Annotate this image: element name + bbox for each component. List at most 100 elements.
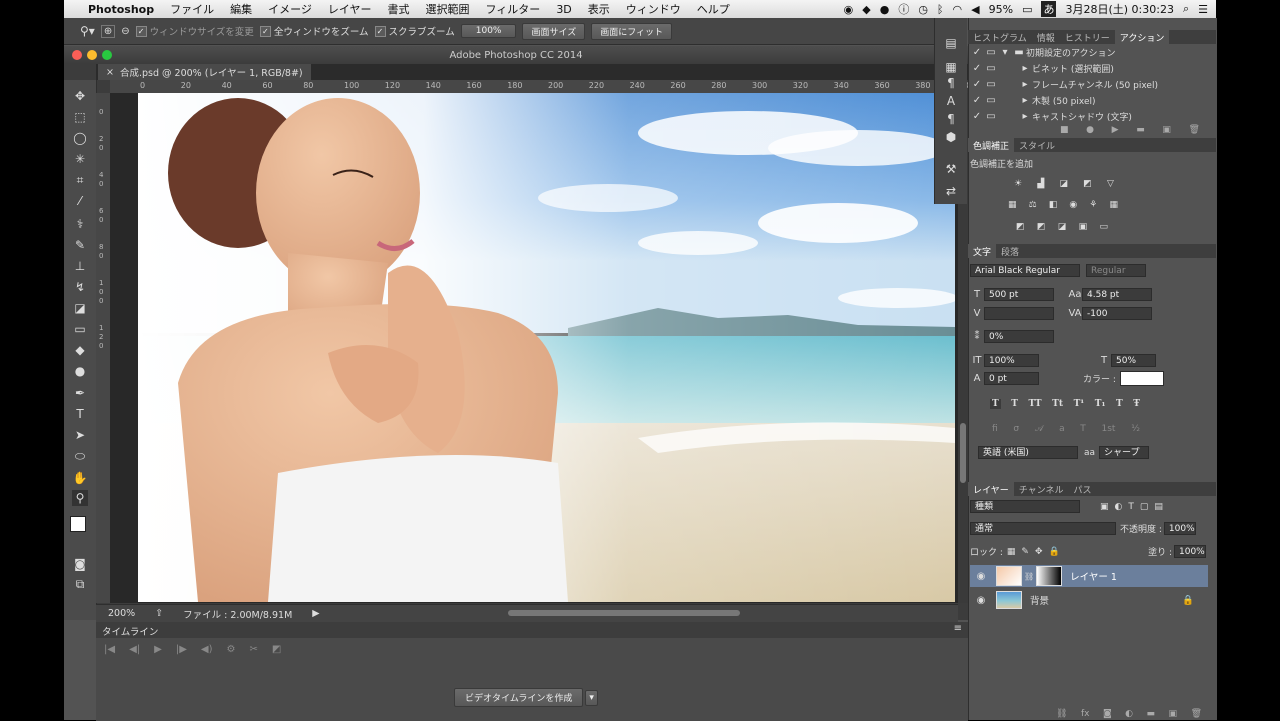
previous-frame-icon[interactable]: ◀| <box>129 644 140 655</box>
new-layer-icon[interactable]: ▣ <box>1169 709 1178 719</box>
vertical-scale-field[interactable]: 100% <box>984 354 1039 367</box>
blend-mode-select[interactable]: 通常 <box>970 522 1116 535</box>
lock-pixels-icon[interactable]: ✎ <box>1021 547 1029 557</box>
action-set-row[interactable]: ✓ ▭ ▾ ▬ 初期設定のアクション <box>970 45 1206 60</box>
action-row[interactable]: ✓ ▭ ▸ 木製 (50 pixel) <box>970 93 1206 108</box>
layer-row[interactable]: ◉ 背景 🔒 <box>970 589 1208 611</box>
brush-tool-icon[interactable]: ✎ <box>72 237 88 253</box>
status-menu-arrow-icon[interactable]: ▶ <box>312 608 319 619</box>
split-scissors-icon[interactable]: ✂ <box>249 644 257 655</box>
dialog-toggle-icon[interactable]: ▭ <box>984 62 998 75</box>
text-color-swatch[interactable] <box>1119 371 1164 386</box>
bluetooth-icon[interactable]: ᛒ <box>937 3 944 16</box>
go-first-frame-icon[interactable]: |◀ <box>104 644 115 655</box>
dodge-tool-icon[interactable]: ● <box>72 363 88 379</box>
transition-icon[interactable]: ◩ <box>272 644 281 655</box>
antialias-select[interactable]: シャープ <box>1099 446 1150 459</box>
tab-paragraph[interactable]: 段落 <box>996 244 1024 258</box>
check-icon[interactable]: ✓ <box>970 94 984 107</box>
layer-filter-select[interactable]: 種類 <box>970 500 1080 513</box>
input-mode[interactable]: あ <box>1041 1 1057 17</box>
language-select[interactable]: 英語 (米国) <box>978 446 1078 459</box>
menu-select[interactable]: 選択範囲 <box>418 1 478 17</box>
zoom-tool-active-icon[interactable]: ⚲ <box>72 490 88 506</box>
titling-icon[interactable]: T <box>1080 424 1086 434</box>
menu-file[interactable]: ファイル <box>162 1 222 17</box>
marquee-tool-icon[interactable]: ⬚ <box>72 109 88 125</box>
tab-channels[interactable]: チャンネル <box>1014 482 1069 496</box>
play-action-icon[interactable]: ▶ <box>1112 125 1119 135</box>
mask-link-icon[interactable]: ⛓ <box>1024 572 1034 581</box>
brightness-icon[interactable]: ☀ <box>1014 179 1022 189</box>
layer-mask-thumbnail[interactable] <box>1036 566 1063 586</box>
dropbox-icon[interactable]: ◆ <box>862 3 870 16</box>
paragraph-panel-icon[interactable]: ¶ <box>944 112 958 126</box>
panel-icon-2[interactable]: ▦ <box>944 60 958 74</box>
check-icon[interactable]: ✓ <box>970 62 984 75</box>
evernote-icon[interactable]: ● <box>880 3 890 16</box>
hue-sat-icon[interactable]: ▦ <box>1008 200 1017 210</box>
leading-field[interactable]: 4.58 pt <box>1082 288 1152 301</box>
wifi-icon[interactable]: ◠ <box>953 3 963 16</box>
all-caps-icon[interactable]: TT <box>1029 399 1042 409</box>
tab-styles[interactable]: スタイル <box>1014 138 1060 152</box>
quick-mask-icon[interactable]: ◙ <box>72 556 88 572</box>
accessibility-icon[interactable]: ⓘ <box>898 1 909 17</box>
baseline-shift-field[interactable]: 0 pt <box>984 372 1039 385</box>
foreground-color-swatch[interactable] <box>70 516 86 532</box>
fx-icon[interactable]: fx <box>1081 709 1090 719</box>
new-group-icon[interactable]: ▬ <box>1147 709 1156 719</box>
color-balance-icon[interactable]: ⚖ <box>1029 200 1037 210</box>
action-row[interactable]: ✓ ▭ ▸ フレームチャンネル (50 pixel) <box>970 77 1206 92</box>
resize-windows-option[interactable]: ✓ ウィンドウサイズを変更 <box>135 24 254 38</box>
check-icon[interactable]: ✓ <box>970 78 984 91</box>
strikethrough-icon[interactable]: Ŧ <box>1133 399 1140 409</box>
battery-icon[interactable]: ▭ <box>1022 3 1032 16</box>
creative-cloud-icon[interactable]: ◉ <box>844 3 854 16</box>
delete-layer-icon[interactable]: 🗑 <box>1191 709 1202 719</box>
new-set-icon[interactable]: ▬ <box>1136 125 1145 135</box>
3d-panel-icon[interactable]: ⬢ <box>944 130 958 144</box>
ligatures-icon[interactable]: fi <box>992 424 998 434</box>
pixel-filter-icon[interactable]: ▣ <box>1100 502 1109 512</box>
create-video-timeline-button[interactable]: ビデオタイムラインを作成 <box>454 688 584 707</box>
old-style-icon[interactable]: σ <box>1013 424 1019 434</box>
tab-layers[interactable]: レイヤー <box>968 482 1014 496</box>
tab-histogram[interactable]: ヒストグラム <box>968 30 1032 44</box>
exposure-icon[interactable]: ◩ <box>1083 179 1092 189</box>
fractions-icon[interactable]: ½ <box>1131 424 1140 434</box>
levels-icon[interactable]: ▟ <box>1037 179 1044 189</box>
magic-wand-tool-icon[interactable]: ✳ <box>72 151 88 167</box>
menu-filter[interactable]: フィルター <box>478 1 549 17</box>
check-icon[interactable]: ✓ <box>970 110 984 123</box>
tab-history[interactable]: ヒストリー <box>1060 30 1115 44</box>
lock-transparency-icon[interactable]: ▦ <box>1007 547 1016 557</box>
menu-image[interactable]: イメージ <box>260 1 320 17</box>
posterize-icon[interactable]: ◩ <box>1037 222 1046 232</box>
timeline-tab[interactable]: タイムライン <box>102 624 158 638</box>
small-caps-icon[interactable]: Tt <box>1052 399 1063 409</box>
layer-row-selected[interactable]: ◉ ⛓ レイヤー 1 <box>970 565 1208 587</box>
bw-icon[interactable]: ◧ <box>1049 200 1058 210</box>
clone-stamp-tool-icon[interactable]: ⊥ <box>72 258 88 274</box>
volume-icon[interactable]: ◀ <box>971 3 979 16</box>
zoom-in-icon[interactable]: ⊕ <box>100 24 116 38</box>
link-layers-icon[interactable]: ⛓ <box>1056 709 1067 719</box>
dialog-toggle-icon[interactable]: ▭ <box>984 110 998 123</box>
tab-actions[interactable]: アクション <box>1114 30 1170 44</box>
tab-paths[interactable]: パス <box>1068 482 1096 496</box>
eraser-tool-icon[interactable]: ◪ <box>72 300 88 316</box>
menu-type[interactable]: 書式 <box>380 1 418 17</box>
add-mask-icon[interactable]: ◙ <box>1103 709 1112 719</box>
new-action-icon[interactable]: ▣ <box>1162 125 1171 135</box>
eyedropper-tool-icon[interactable]: ⁄ <box>72 193 88 209</box>
blur-tool-icon[interactable]: ◆ <box>72 342 88 358</box>
adjust-filter-icon[interactable]: ◐ <box>1115 502 1123 512</box>
tracking-field[interactable]: -100 <box>1082 307 1152 320</box>
clock[interactable]: 3月28日(土) 0:30:23 <box>1065 1 1173 17</box>
zoom-tool-icon[interactable]: ⚲▾ <box>80 24 95 38</box>
tool-presets-icon[interactable]: ⚒ <box>944 162 958 176</box>
stop-icon[interactable]: ■ <box>1060 125 1069 135</box>
vibrance-icon[interactable]: ▽ <box>1107 179 1114 189</box>
action-row[interactable]: ✓ ▭ ▸ ビネット (選択範囲) <box>970 61 1206 76</box>
